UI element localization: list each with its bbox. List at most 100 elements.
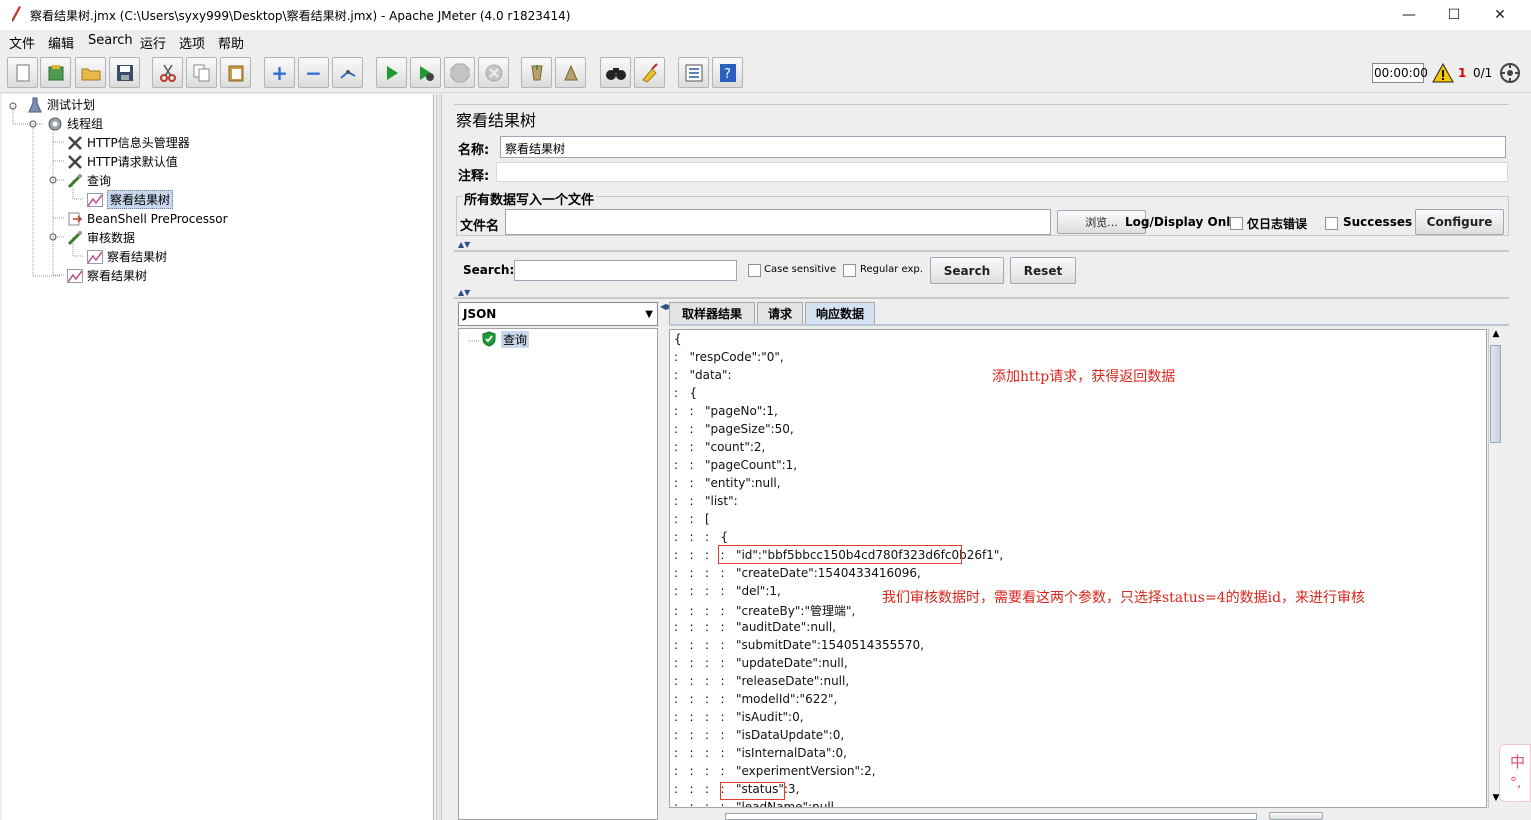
response-line: : : "pageCount":1, — [674, 458, 798, 472]
minimize-button[interactable]: — — [1386, 0, 1432, 30]
divider — [454, 250, 1509, 252]
errors-only-checkbox[interactable] — [1230, 217, 1243, 230]
scroll-thumb[interactable] — [1490, 345, 1501, 443]
response-line: : : : : "modelId":"622", — [674, 692, 838, 706]
response-line: : : : : "isInternalData":0, — [674, 746, 847, 760]
toggle-icon[interactable] — [332, 57, 363, 88]
menu-file[interactable]: 文件 — [9, 33, 35, 52]
shutdown-icon[interactable] — [478, 57, 509, 88]
split-arrows-icon[interactable]: ▲▼ — [458, 241, 480, 249]
cut-icon[interactable] — [152, 57, 183, 88]
response-data-area[interactable]: {: "respCode":"0",: "data":: {: : "pageN… — [669, 329, 1487, 808]
help-icon[interactable]: ? — [712, 57, 743, 88]
clear-all-icon[interactable] — [555, 57, 586, 88]
tree-item-label: 察看结果树 — [87, 269, 148, 283]
tree-item-label: BeanShell PreProcessor — [87, 211, 228, 226]
search-label: Search: — [463, 263, 515, 277]
divider — [454, 104, 1509, 105]
main-splitter[interactable] — [436, 94, 442, 820]
menu-edit[interactable]: 编辑 — [48, 33, 74, 52]
tree-item-audit-sampler[interactable]: 审核数据 — [66, 228, 135, 247]
test-plan-icon — [26, 97, 44, 113]
successes-checkbox[interactable] — [1325, 217, 1338, 230]
function-helper-icon[interactable] — [678, 57, 709, 88]
templates-icon[interactable] — [40, 57, 71, 88]
copy-icon[interactable] — [186, 57, 217, 88]
regex-checkbox[interactable] — [843, 264, 856, 277]
response-line: : "respCode":"0", — [674, 350, 784, 364]
stop-icon[interactable] — [444, 57, 475, 88]
search-input[interactable] — [514, 260, 737, 281]
start-icon[interactable] — [376, 57, 407, 88]
bottom-button[interactable] — [1269, 812, 1323, 820]
menu-search[interactable]: Search — [88, 33, 133, 48]
tree-item-thread-group[interactable]: 线程组 — [46, 114, 103, 133]
tab-request[interactable]: 请求 — [757, 302, 803, 324]
result-item-query[interactable]: 查询 — [501, 331, 530, 348]
tree-item-label: 查询 — [87, 174, 112, 188]
panel-title: 察看结果树 — [456, 111, 537, 130]
tree-item-view-results-tree-1[interactable]: 察看结果树 — [86, 190, 174, 209]
result-list: 查询 — [458, 328, 658, 820]
response-line: : : : : "del":1, — [674, 584, 781, 598]
save-icon[interactable] — [109, 57, 140, 88]
open-icon[interactable] — [75, 57, 106, 88]
response-line: : : : : "auditDate":null, — [674, 620, 837, 634]
bottom-search-field[interactable] — [725, 813, 1257, 820]
menu-run[interactable]: 运行 — [140, 33, 166, 52]
reset-search-icon[interactable] — [634, 57, 665, 88]
start-no-pause-icon[interactable] — [410, 57, 441, 88]
config-icon — [66, 154, 84, 170]
status-highlight-box — [720, 782, 785, 800]
ime-widget[interactable]: 中 °, — [1499, 744, 1531, 802]
sampler-icon — [66, 230, 84, 246]
log-display-label: Log/Display Only: — [1125, 215, 1243, 229]
response-line: : : "count":2, — [674, 440, 766, 454]
response-line: : "data": — [674, 368, 732, 382]
warning-count: 1 — [1458, 66, 1467, 80]
expand-icon[interactable]: + — [264, 57, 295, 88]
comment-field[interactable] — [496, 162, 1508, 182]
menu-bar: 文件 编辑 Search 运行 选项 帮助 — [0, 30, 1531, 52]
new-icon[interactable] — [7, 57, 38, 88]
close-button[interactable]: ✕ — [1477, 0, 1523, 30]
tree-item-query-sampler[interactable]: 查询 — [66, 171, 111, 190]
warning-icon[interactable] — [1432, 63, 1454, 83]
tree-item-http-header-manager[interactable]: HTTP信息头管理器 — [66, 133, 190, 152]
response-line: : : "entity":null, — [674, 476, 781, 490]
split-arrows-icon[interactable]: ▲▼ — [458, 289, 480, 297]
tree-item-http-defaults[interactable]: HTTP请求默认值 — [66, 152, 178, 171]
scroll-up-icon[interactable]: ▲ — [1490, 329, 1502, 343]
search-icon[interactable] — [600, 57, 631, 88]
tab-response-data[interactable]: 响应数据 — [805, 302, 875, 324]
renderer-select[interactable]: JSON ▼ — [458, 302, 658, 326]
tree-item-view-results-tree-3[interactable]: 察看结果树 — [66, 266, 147, 285]
filename-input[interactable] — [505, 209, 1051, 235]
tab-sampler-result[interactable]: 取样器结果 — [669, 302, 755, 324]
response-line: : : : : "createBy":"管理端", — [674, 604, 856, 618]
name-field[interactable]: 察看结果树 — [500, 136, 1506, 158]
response-line: : : "list": — [674, 494, 738, 508]
maximize-button[interactable]: ☐ — [1431, 0, 1477, 30]
successes-label: Successes — [1343, 215, 1413, 229]
errors-only-label: 仅日志错误 — [1247, 217, 1308, 231]
tree-item-view-results-tree-2[interactable]: 察看结果树 — [86, 247, 167, 266]
clear-icon[interactable] — [521, 57, 552, 88]
configure-button[interactable]: Configure — [1415, 209, 1504, 235]
tree-item-label: 察看结果树 — [107, 250, 168, 264]
search-button[interactable]: Search — [930, 257, 1004, 284]
menu-help[interactable]: 帮助 — [218, 33, 244, 52]
tree-item-beanshell-preprocessor[interactable]: BeanShell PreProcessor — [66, 209, 228, 228]
paste-icon[interactable] — [220, 57, 251, 88]
case-sensitive-checkbox[interactable] — [748, 264, 761, 277]
response-line: : : : : "isDataUpdate":0, — [674, 728, 845, 742]
collapse-icon[interactable]: − — [298, 57, 329, 88]
response-scrollbar[interactable]: ▲ ▼ — [1488, 329, 1502, 808]
case-sensitive-label: Case sensitive — [764, 264, 837, 275]
split-arrows-icon[interactable]: ◀▶ — [660, 302, 672, 322]
tree-item-test-plan[interactable]: 测试计划 — [26, 95, 95, 114]
menu-options[interactable]: 选项 — [179, 33, 205, 52]
reset-button[interactable]: Reset — [1010, 257, 1076, 284]
response-line: : : : : "updateDate":null, — [674, 656, 848, 670]
sampler-icon — [66, 173, 84, 189]
